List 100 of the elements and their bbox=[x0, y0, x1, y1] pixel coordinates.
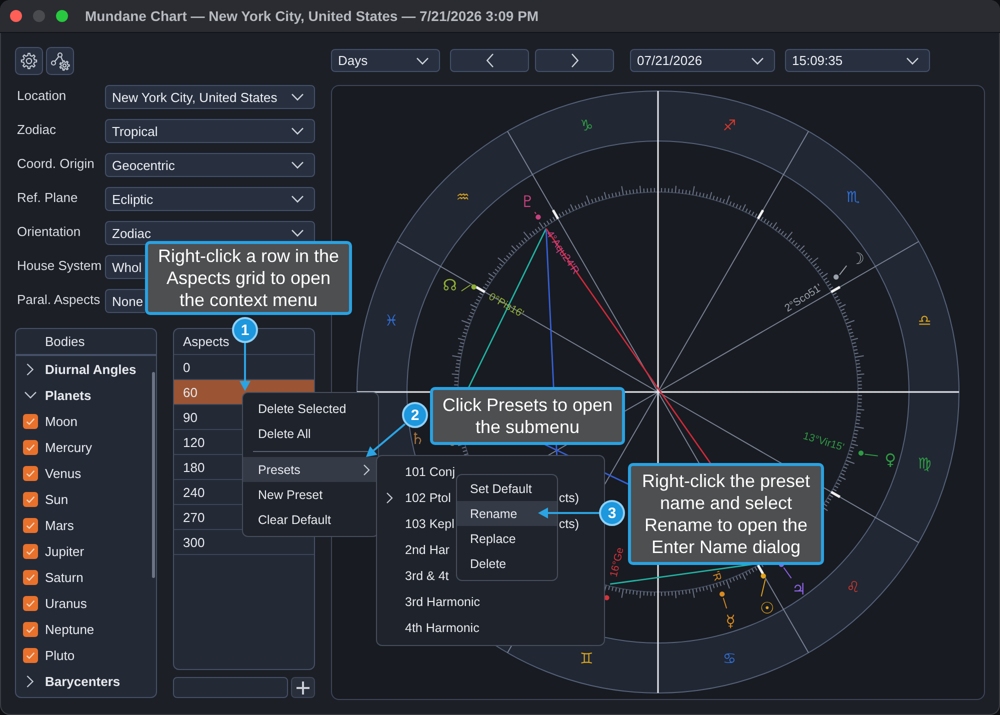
window-title: Mundane Chart — New York City, United States — 7/21/2026 3:09 PM bbox=[85, 8, 539, 24]
chevron-down-icon bbox=[291, 93, 304, 101]
planet-symbol: ☽ bbox=[850, 249, 865, 268]
body-label: Pluto bbox=[45, 648, 75, 662]
zodiac-sign: ♎ bbox=[918, 312, 932, 330]
dropdown[interactable]: Ecliptic bbox=[105, 187, 315, 211]
close-window-button[interactable] bbox=[10, 10, 22, 22]
menu-item-text: cts) bbox=[558, 517, 579, 531]
body-label: Moon bbox=[45, 414, 78, 428]
planet-symbol: ♀ bbox=[884, 450, 896, 470]
chevron-right-icon bbox=[363, 464, 370, 476]
checkbox[interactable] bbox=[22, 518, 38, 532]
plus-icon bbox=[296, 680, 310, 694]
planet-symbol: ☉ bbox=[760, 598, 774, 618]
menu-item[interactable]: Set Default bbox=[457, 476, 557, 501]
node-settings-button[interactable] bbox=[46, 47, 74, 75]
date-dropdown[interactable]: 07/21/2026 bbox=[630, 49, 775, 72]
menu-item[interactable]: 101 Conj bbox=[405, 465, 456, 479]
field-label: Zodiac bbox=[16, 120, 58, 138]
checkbox[interactable] bbox=[22, 440, 38, 454]
dropdown[interactable]: Geocentric bbox=[105, 153, 315, 177]
chevron-right-icon bbox=[570, 53, 578, 68]
menu-item[interactable]: 4th Harmonic bbox=[405, 621, 480, 635]
group-label: Barycenters bbox=[45, 674, 120, 688]
aspect-value[interactable]: 180 bbox=[183, 460, 205, 474]
zodiac-sign: ♍ bbox=[918, 454, 932, 472]
field-label: Paral. Aspects bbox=[16, 290, 102, 309]
scroll-bar[interactable] bbox=[152, 372, 155, 578]
chevron-right-icon[interactable] bbox=[26, 362, 34, 376]
field-label: Location bbox=[16, 86, 68, 104]
chevron-down-icon bbox=[906, 56, 919, 64]
menu-item[interactable]: Delete Selected bbox=[243, 396, 378, 421]
nodes-gear-icon bbox=[50, 52, 70, 70]
group-label: Planets bbox=[45, 388, 92, 402]
menu-item[interactable]: Replace bbox=[457, 526, 557, 551]
chevron-down-icon[interactable] bbox=[24, 391, 36, 399]
chevron-down-icon bbox=[291, 161, 304, 169]
checkbox[interactable] bbox=[22, 414, 38, 428]
zodiac-sign: ♓ bbox=[384, 312, 398, 330]
zodiac-sign: ♐ bbox=[722, 116, 736, 134]
panel-header: Bodies bbox=[45, 334, 85, 349]
checkbox[interactable] bbox=[22, 492, 38, 506]
chevron-down-icon bbox=[291, 195, 304, 203]
checkbox[interactable] bbox=[22, 570, 38, 584]
body-label: Sun bbox=[45, 492, 68, 506]
menu-item[interactable]: Rename bbox=[457, 501, 557, 526]
checkbox[interactable] bbox=[22, 622, 38, 636]
gear-icon bbox=[20, 52, 38, 70]
pointer-arrow bbox=[537, 506, 600, 520]
aspect-value[interactable]: 300 bbox=[183, 534, 205, 550]
dropdown[interactable]: Days bbox=[331, 49, 440, 72]
menu-item[interactable]: 2nd Har bbox=[405, 543, 450, 557]
callout: Right-click the preset name and select Rename to open the Enter Name dialog bbox=[628, 463, 824, 565]
aspect-value[interactable]: 120 bbox=[183, 434, 205, 450]
zodiac-sign: ♊ bbox=[580, 650, 594, 668]
menu-item[interactable]: Clear Default bbox=[243, 507, 378, 532]
chevron-right-icon[interactable] bbox=[26, 674, 34, 688]
aspect-value[interactable]: 0 bbox=[183, 360, 190, 374]
checkbox[interactable] bbox=[22, 648, 38, 662]
body-label: Venus bbox=[45, 466, 82, 480]
menu-item[interactable]: 102 Ptol bbox=[405, 491, 451, 505]
add-button[interactable] bbox=[291, 677, 315, 698]
dropdown[interactable]: None bbox=[105, 289, 145, 313]
pointer-arrow bbox=[238, 342, 252, 392]
aspect-value[interactable]: 60 bbox=[183, 384, 198, 400]
aspect-value[interactable]: 240 bbox=[183, 484, 205, 500]
aspect-value[interactable]: 270 bbox=[183, 510, 205, 524]
chevron-down-icon bbox=[416, 56, 429, 64]
zodiac-sign: ♑ bbox=[580, 116, 594, 134]
menu-item[interactable]: Delete bbox=[457, 551, 557, 576]
zoom-window-button[interactable] bbox=[56, 10, 68, 22]
menu-item[interactable]: 103 Kepl bbox=[405, 517, 454, 531]
planet-position: 13°Vir15' bbox=[802, 430, 846, 454]
menu-item[interactable]: 3rd Harmonic bbox=[405, 595, 480, 609]
settings-button[interactable] bbox=[15, 47, 43, 75]
menu-item[interactable]: Presets bbox=[243, 457, 378, 482]
menu-item[interactable]: 3rd & 4t bbox=[405, 569, 449, 583]
menu-item-text: cts) bbox=[558, 491, 579, 505]
time-dropdown[interactable]: 15:09:35 bbox=[785, 49, 930, 72]
checkbox[interactable] bbox=[22, 544, 38, 558]
field-label: Orientation bbox=[16, 222, 82, 240]
checkbox[interactable] bbox=[22, 466, 38, 480]
chevron-left-icon bbox=[486, 53, 494, 68]
pointer-arrow bbox=[365, 423, 406, 458]
menu-item[interactable]: New Preset bbox=[243, 482, 378, 507]
dropdown[interactable]: Whol bbox=[105, 255, 145, 279]
dropdown[interactable]: New York City, United States bbox=[105, 85, 315, 109]
planet-symbol: ☊ bbox=[442, 276, 457, 295]
planet-symbol: ♃ bbox=[792, 579, 806, 598]
zodiac-sign: ♒ bbox=[456, 188, 470, 206]
aspect-value[interactable]: 90 bbox=[183, 410, 198, 424]
menu-item[interactable]: Delete All bbox=[243, 421, 378, 446]
planet-symbol: ♄ bbox=[410, 429, 425, 448]
checkbox[interactable] bbox=[22, 596, 38, 610]
step-badge: 1 bbox=[232, 317, 258, 343]
panel-header: Aspects bbox=[183, 334, 230, 349]
aspect-input[interactable] bbox=[173, 677, 288, 698]
dropdown[interactable]: Tropical bbox=[105, 119, 315, 143]
group-label: Diurnal Angles bbox=[45, 362, 136, 376]
chevron-down-icon bbox=[291, 127, 304, 135]
